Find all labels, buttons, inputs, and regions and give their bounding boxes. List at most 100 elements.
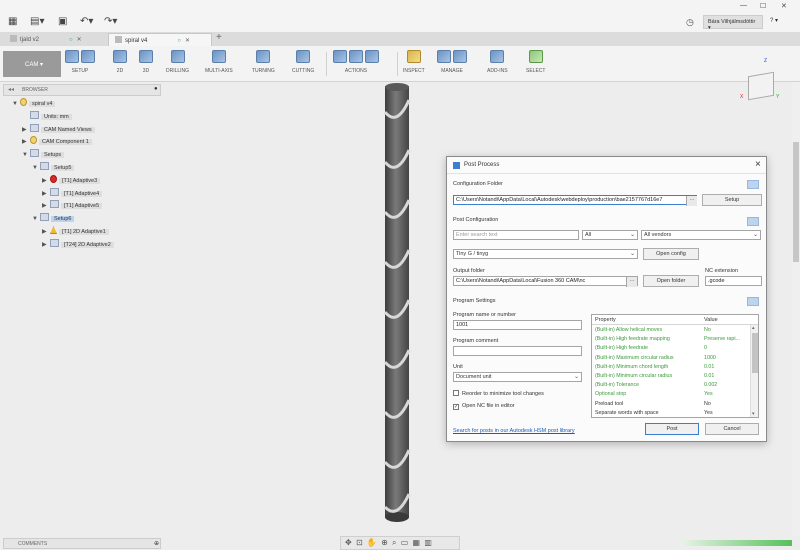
toolgroup-2d[interactable]: 2D [112, 50, 128, 74]
toolgroup-3d[interactable]: 3D [138, 50, 154, 74]
tree-item[interactable]: ▶ CAM Component 1 [22, 136, 92, 147]
toolgroup-drilling[interactable]: DRILLING [166, 50, 189, 74]
toolgroup-setup[interactable]: SETUP [64, 50, 96, 74]
help-tip-icon[interactable] [747, 180, 759, 189]
expanded-caret-icon[interactable]: ▼ [32, 216, 40, 222]
viewports-icon[interactable]: ▥ [424, 538, 433, 547]
property-value[interactable]: 1000 [704, 355, 748, 361]
property-row[interactable]: (Built-in) Minimum chord length 0.01 [592, 363, 750, 372]
view-cube[interactable]: X Y Z [740, 58, 780, 104]
property-table[interactable]: Property Value (Built-in) Allow helical … [591, 314, 759, 418]
help-button[interactable]: ? ▾ [770, 17, 778, 24]
property-row[interactable]: Separate words with space Yes [592, 409, 750, 417]
tree-item[interactable]: ▶ [T1] Adaptive3 [42, 174, 101, 186]
property-row[interactable]: (Built-in) Allow helical moves No [592, 326, 750, 335]
browse-config-button[interactable]: … [686, 196, 697, 206]
tree-item[interactable]: ▼ Setup5 [32, 162, 75, 173]
scroll-down-icon[interactable]: ▾ [752, 411, 755, 417]
program-name-input[interactable]: 1001 [453, 320, 582, 330]
property-row[interactable]: Preload tool No [592, 400, 750, 409]
file-menu-icon[interactable]: ▤▾ [30, 16, 44, 27]
help-tip-icon[interactable] [747, 217, 759, 226]
close-window-icon[interactable]: ✕ [781, 2, 787, 10]
help-tip-icon[interactable] [747, 297, 759, 306]
toolgroup-inspect[interactable]: INSPECT [403, 50, 425, 74]
property-value[interactable]: Preserve rapi... [704, 336, 748, 342]
workspace-switcher[interactable]: CAM ▾ [3, 51, 61, 77]
property-row[interactable]: Optional stop Yes [592, 390, 750, 399]
scroll-up-icon[interactable]: ▴ [752, 325, 755, 331]
property-scrollbar[interactable]: ▴ ▾ [750, 325, 758, 417]
collapsed-caret-icon[interactable]: ▶ [42, 202, 50, 209]
expanded-caret-icon[interactable]: ▼ [32, 165, 40, 171]
close-tab-icon[interactable]: ✕ [185, 38, 190, 44]
collapsed-caret-icon[interactable]: ▶ [22, 138, 30, 145]
property-value[interactable]: 0.01 [704, 373, 748, 379]
tree-item[interactable]: ▶ [T24] 2D Adaptive2 [42, 238, 114, 250]
property-row[interactable]: (Built-in) High feedrate 0 [592, 344, 750, 353]
tree-item[interactable]: ▶ CAM Named Views [22, 123, 95, 135]
toolgroup-manage[interactable]: MANAGE [436, 50, 468, 74]
tab-spiral[interactable]: spiral v4 ○ ✕ [108, 33, 212, 46]
toolgroup-turning[interactable]: TURNING [252, 50, 275, 74]
tree-item[interactable]: ▼ Setup6 [32, 213, 75, 224]
tree-item[interactable]: ▶ [T1] Adaptive4 [42, 187, 103, 199]
view-cube-face[interactable] [748, 71, 774, 101]
output-folder-input[interactable]: C:\Users\Notandi\AppData\Local\Fusion 36… [453, 276, 638, 286]
expanded-caret-icon[interactable]: ▼ [12, 101, 20, 107]
cancel-button[interactable]: Cancel [705, 423, 759, 435]
maximize-icon[interactable]: ☐ [760, 2, 766, 10]
tree-item[interactable]: ▶ [T1] Adaptive5 [42, 200, 103, 211]
open-nc-checkbox[interactable]: ✓ Open NC file in editor [453, 403, 515, 410]
look-at-icon[interactable]: ⊡ [356, 538, 364, 547]
display-settings-icon[interactable]: ▭ [401, 538, 410, 547]
collapsed-caret-icon[interactable]: ▶ [22, 126, 30, 133]
property-row[interactable]: (Built-in) High feedrate mapping Preserve… [592, 335, 750, 344]
toolgroup-cutting[interactable]: CUTTING [292, 50, 314, 74]
post-search-input[interactable]: Enter search text [453, 230, 579, 240]
user-account-button[interactable]: Bára Vilhjálmsdóttir ▾ [703, 15, 763, 31]
toolgroup-multiaxis[interactable]: MULTI-AXIS [205, 50, 233, 74]
property-value[interactable]: Yes [704, 391, 748, 397]
property-value[interactable]: Yes [704, 410, 748, 416]
close-tab-icon[interactable]: ✕ [77, 37, 82, 43]
job-status-icon[interactable]: ◷ [686, 17, 694, 28]
pan-icon[interactable]: ✋ [367, 538, 378, 547]
scroll-thumb[interactable] [752, 333, 758, 373]
post-button[interactable]: Post [645, 423, 699, 435]
tree-item[interactable]: Units: mm [22, 110, 72, 122]
property-value[interactable]: 0 [704, 345, 748, 351]
collapse-icon[interactable]: ◂◂ [8, 86, 14, 93]
scroll-thumb[interactable] [793, 142, 799, 262]
post-select[interactable]: Tiny G / tinyg ⌄ [453, 249, 638, 259]
post-filter-select[interactable]: All ⌄ [582, 230, 638, 240]
post-library-link[interactable]: Search for posts in our Autodesk HSM pos… [453, 428, 575, 434]
browser-options-icon[interactable]: ● [154, 86, 158, 92]
grid-menu-icon[interactable]: ▦ [8, 16, 17, 27]
setup-button[interactable]: Setup [702, 194, 762, 206]
nc-extension-input[interactable]: .gcode [705, 276, 762, 286]
minimize-icon[interactable]: — [740, 2, 747, 9]
tree-item[interactable]: ▶ [T1] 2D Adaptive1 [42, 226, 109, 237]
property-value[interactable]: 0.01 [704, 364, 748, 370]
property-value[interactable]: No [704, 327, 748, 333]
open-folder-button[interactable]: Open folder [643, 275, 699, 287]
collapsed-caret-icon[interactable]: ▶ [42, 190, 50, 197]
comments-add-icon[interactable]: ⊕ [154, 540, 159, 547]
program-comment-input[interactable] [453, 346, 582, 356]
collapsed-caret-icon[interactable]: ▶ [42, 177, 50, 184]
toolgroup-addins[interactable]: ADD-INS [487, 50, 508, 74]
property-row[interactable]: (Built-in) Tolerance 0.002 [592, 381, 750, 390]
spiral-tool-model[interactable] [370, 82, 430, 527]
config-folder-input[interactable]: C:\Users\Notandi\AppData\Local\Autodesk\… [453, 195, 697, 205]
browse-output-button[interactable]: … [626, 277, 637, 287]
grid-settings-icon[interactable]: ▦ [413, 538, 422, 547]
vendor-filter-select[interactable]: All vendors ⌄ [641, 230, 761, 240]
collapsed-caret-icon[interactable]: ▶ [42, 228, 50, 235]
property-value[interactable]: 0.002 [704, 382, 748, 388]
dialog-close-icon[interactable]: × [755, 159, 761, 170]
property-value[interactable]: No [704, 401, 748, 407]
reorder-checkbox[interactable]: Reorder to minimize tool changes [453, 390, 544, 397]
new-tab-icon[interactable]: + [216, 32, 222, 43]
viewport-scrollbar[interactable] [792, 82, 800, 536]
